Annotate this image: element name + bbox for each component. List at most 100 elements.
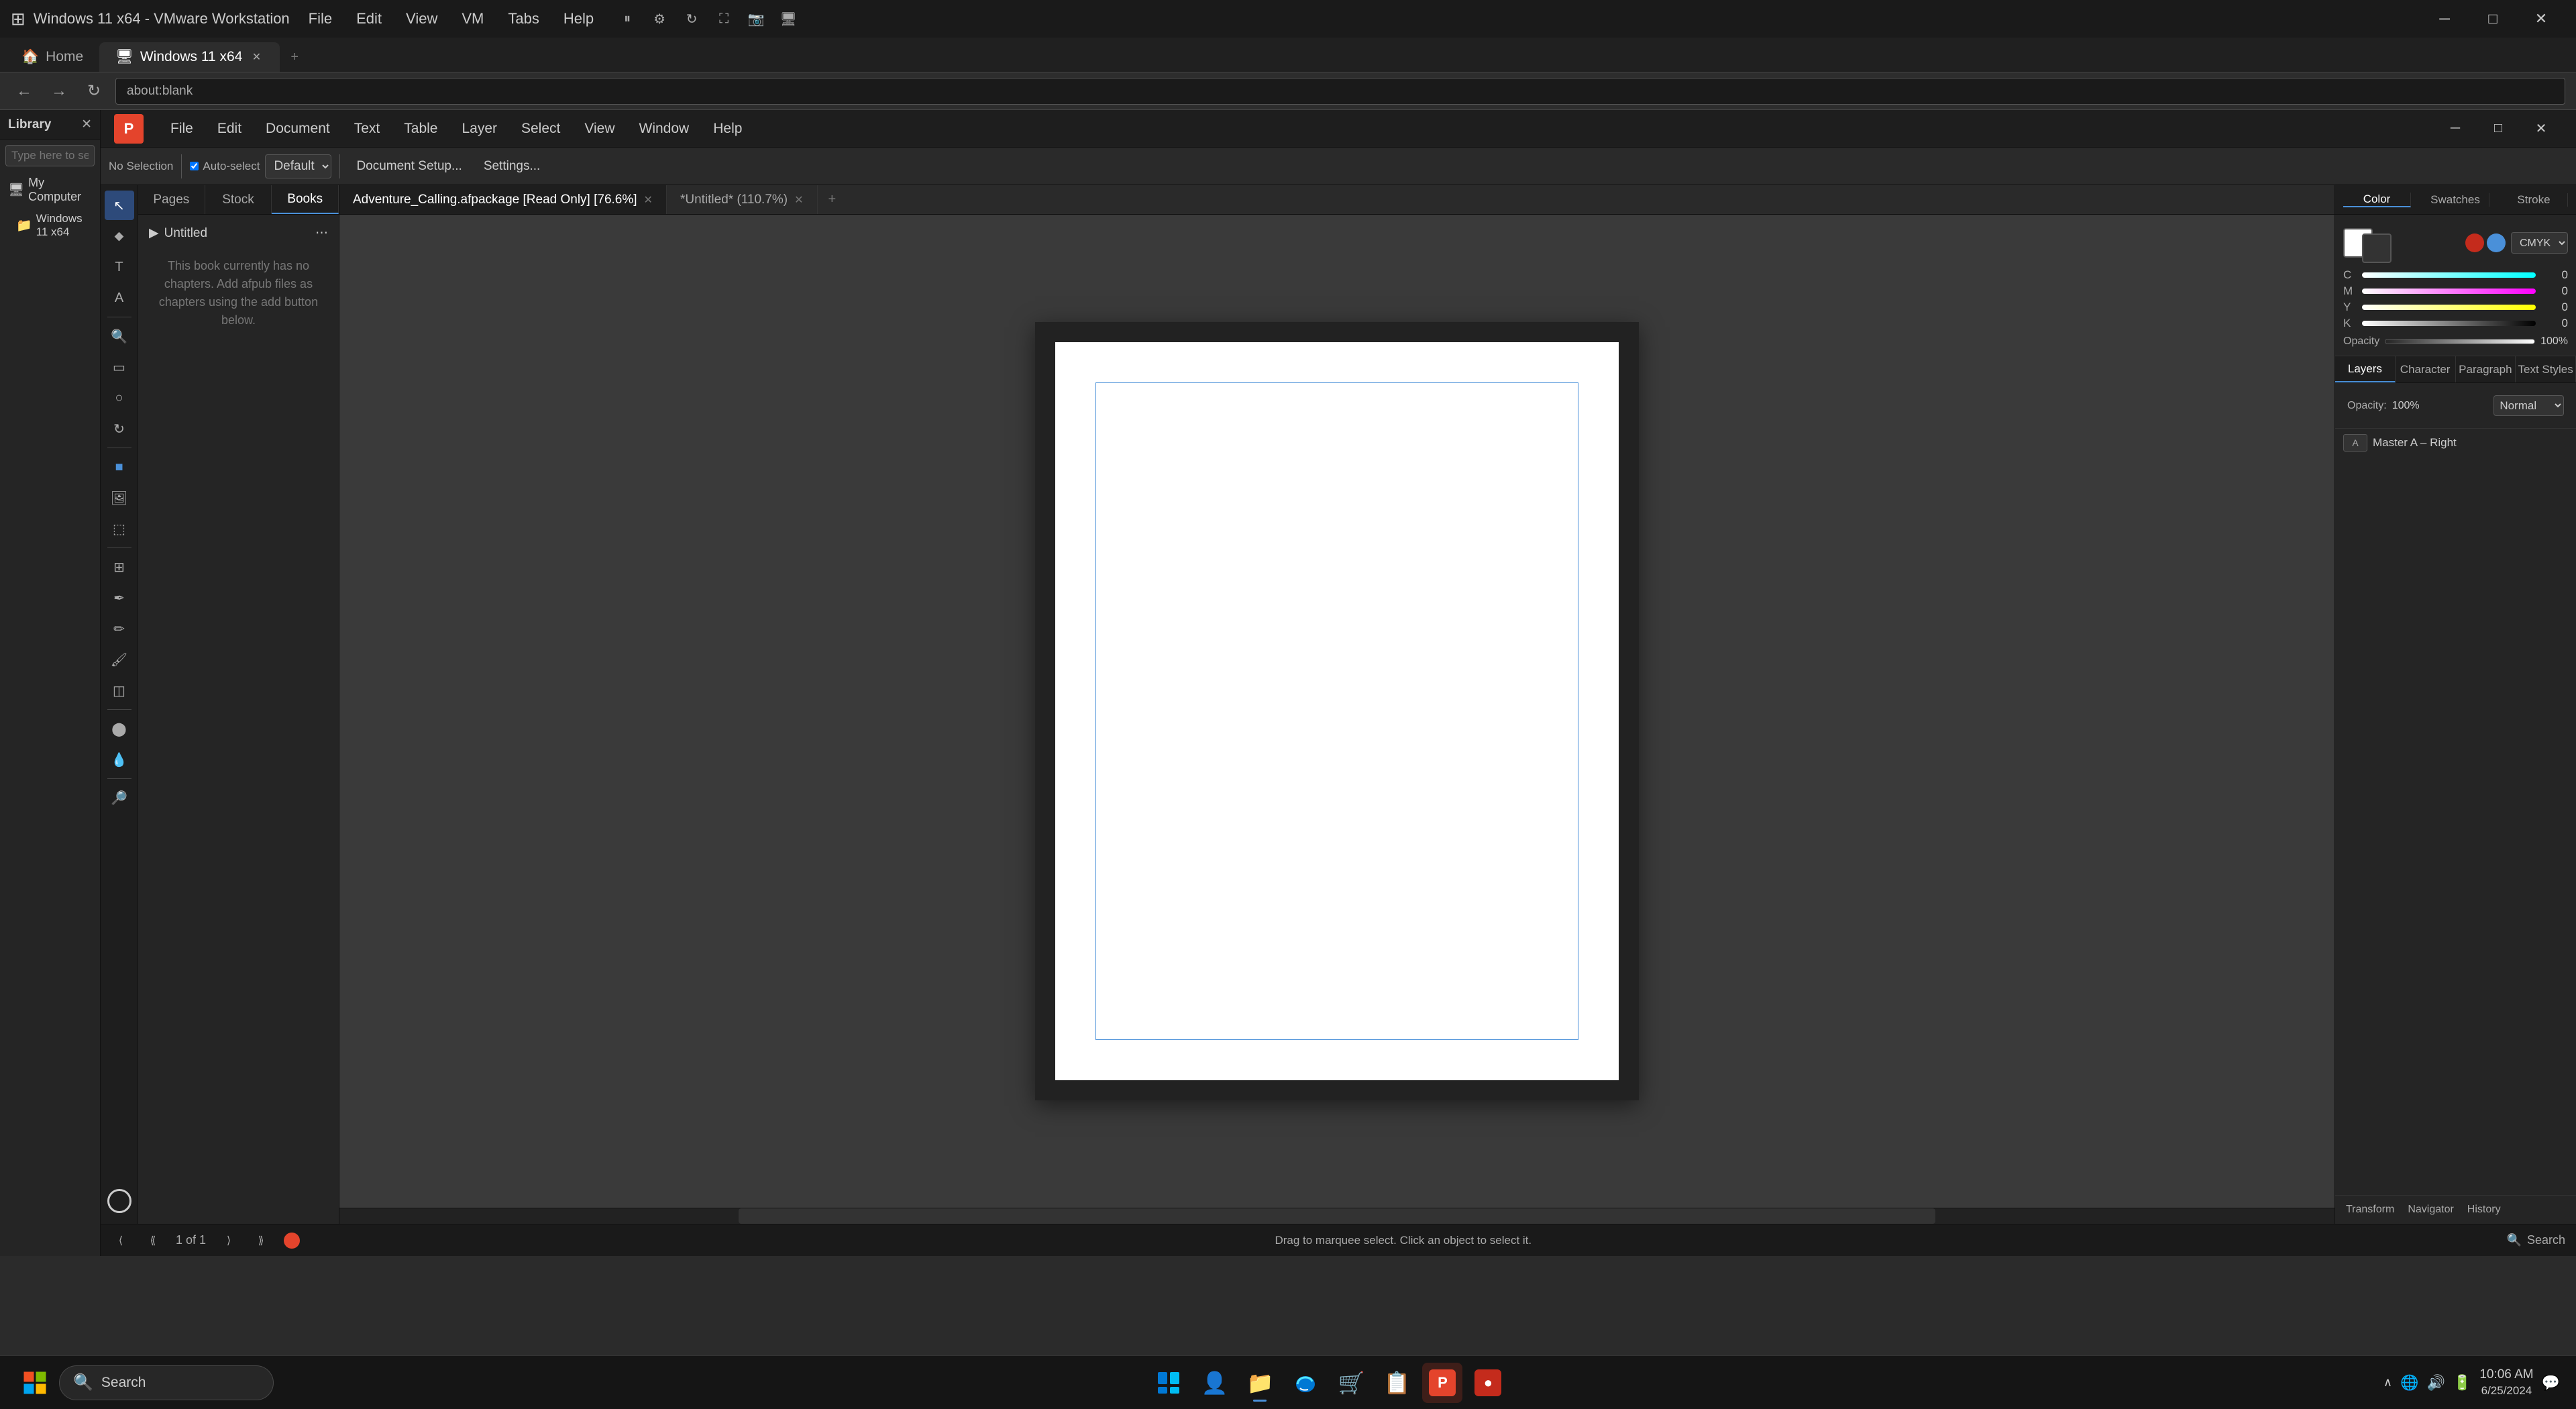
app-minimize-button[interactable]: ─ xyxy=(2434,115,2477,142)
tab-stock[interactable]: Stock xyxy=(205,185,272,214)
menu-edit[interactable]: Edit xyxy=(351,7,387,30)
tray-chevron-icon[interactable]: ∧ xyxy=(2383,1375,2392,1390)
books-section-header[interactable]: ▶ Untitled ⋯ xyxy=(144,220,333,246)
library-item-win11[interactable]: 📁 Windows 11 x64 xyxy=(0,208,100,243)
menu-vm[interactable]: VM xyxy=(456,7,489,30)
app-close-button[interactable]: ✕ xyxy=(2520,115,2563,142)
pencil-tool[interactable]: ✏ xyxy=(105,614,134,643)
rectangle-tool[interactable]: ▭ xyxy=(105,352,134,382)
tab-text-styles[interactable]: Text Styles xyxy=(2516,356,2576,382)
app-menu-help[interactable]: Help xyxy=(702,117,753,141)
tab-close-icon[interactable]: ✕ xyxy=(249,50,264,64)
library-search-input[interactable] xyxy=(5,145,95,166)
tab-stroke[interactable]: Stroke xyxy=(2500,193,2568,207)
node-tool[interactable]: ⬥ xyxy=(105,221,134,251)
notification-icon[interactable]: 💬 xyxy=(2542,1374,2560,1392)
taskbar-search[interactable]: 🔍 Search xyxy=(59,1365,274,1400)
text-tool[interactable]: T xyxy=(105,252,134,282)
taskbar-app-red[interactable]: ● xyxy=(1468,1363,1508,1403)
refresh-icon[interactable]: ↻ xyxy=(680,7,704,31)
library-close-icon[interactable]: ✕ xyxy=(81,117,92,132)
auto-select-checkbox[interactable] xyxy=(190,162,199,170)
cmyk-k-bar[interactable] xyxy=(2362,321,2536,326)
snapshot-icon[interactable]: 📷 xyxy=(744,7,768,31)
tab-layers[interactable]: Layers xyxy=(2335,356,2396,382)
stroke-color-swatch[interactable] xyxy=(2362,233,2392,263)
menu-view[interactable]: View xyxy=(400,7,443,30)
table-tool[interactable]: ⊞ xyxy=(105,552,134,582)
color-mode-select[interactable]: CMYK xyxy=(2511,232,2568,254)
next-page-button[interactable]: ⟩ xyxy=(219,1231,238,1250)
first-page-button[interactable]: ⟪ xyxy=(144,1231,162,1250)
blend-mode-select[interactable]: Normal xyxy=(2493,395,2564,416)
taskbar-app-folder[interactable]: 📁 xyxy=(1240,1363,1280,1403)
menu-help[interactable]: Help xyxy=(558,7,599,30)
pen-tool[interactable]: ✒ xyxy=(105,583,134,613)
transform-tab[interactable]: Transform xyxy=(2341,1201,2400,1218)
frame-tool[interactable]: ⬚ xyxy=(105,514,134,543)
back-button[interactable]: ← xyxy=(11,78,38,105)
app-menu-file[interactable]: File xyxy=(160,117,204,141)
canvas-area[interactable] xyxy=(339,215,2334,1208)
doc-tab-2[interactable]: *Untitled* (110.7%) ✕ xyxy=(667,185,818,215)
brush-tool[interactable]: 🖌 xyxy=(105,645,134,674)
auto-select-mode[interactable]: Default xyxy=(265,154,331,178)
app-menu-table[interactable]: Table xyxy=(393,117,448,141)
artistic-text-tool[interactable]: A xyxy=(105,283,134,313)
app-menu-window[interactable]: Window xyxy=(629,117,700,141)
taskbar-app-affinity[interactable]: P xyxy=(1422,1363,1462,1403)
eyedropper-tool[interactable]: 💧 xyxy=(105,745,134,774)
doc-tab-1[interactable]: Adventure_Calling.afpackage [Read Only] … xyxy=(339,185,667,215)
app-menu-edit[interactable]: Edit xyxy=(207,117,252,141)
color-preset-blue[interactable] xyxy=(2487,233,2506,252)
blue-tool[interactable]: ■ xyxy=(105,452,134,482)
forward-button[interactable]: → xyxy=(46,78,72,105)
rotate-tool[interactable]: ↻ xyxy=(105,414,134,443)
start-button[interactable] xyxy=(16,1364,54,1402)
settings-icon[interactable]: ⚙ xyxy=(647,7,672,31)
doc-tab-1-close[interactable]: ✕ xyxy=(644,193,653,207)
settings-button[interactable]: Settings... xyxy=(476,153,549,180)
vm-icon[interactable]: 🖥 xyxy=(776,7,800,31)
tab-character[interactable]: Character xyxy=(2396,356,2456,382)
taskbar-app-edge[interactable] xyxy=(1285,1363,1326,1403)
prev-page-button[interactable]: ⟨ xyxy=(111,1231,130,1250)
library-item-my-computer[interactable]: 🖥 My Computer xyxy=(0,172,100,208)
add-tab-button[interactable]: + xyxy=(818,185,847,215)
new-tab-button[interactable]: + xyxy=(280,42,309,72)
books-more-icon[interactable]: ⋯ xyxy=(315,225,328,241)
minimize-button[interactable]: ─ xyxy=(2420,0,2469,38)
close-button[interactable]: ✕ xyxy=(2517,0,2565,38)
magnify-tool[interactable]: 🔎 xyxy=(105,783,134,813)
app-menu-select[interactable]: Select xyxy=(511,117,571,141)
navigator-tab[interactable]: Navigator xyxy=(2402,1201,2459,1218)
pause-icon[interactable]: ⏸ xyxy=(615,7,639,31)
horizontal-scrollbar[interactable] xyxy=(339,1208,2334,1224)
opacity-bar[interactable] xyxy=(2385,339,2535,344)
taskbar-app-mail[interactable]: 📋 xyxy=(1377,1363,1417,1403)
status-indicator[interactable] xyxy=(284,1233,300,1249)
cmyk-y-bar[interactable] xyxy=(2362,305,2536,310)
tab-books[interactable]: Books xyxy=(272,185,339,214)
fullscreen-icon[interactable]: ⛶ xyxy=(712,7,736,31)
picture-tool[interactable]: 🖼 xyxy=(105,483,134,513)
tab-swatches[interactable]: Swatches xyxy=(2422,193,2489,207)
network-icon[interactable]: 🌐 xyxy=(2400,1374,2418,1392)
menu-tabs[interactable]: Tabs xyxy=(502,7,544,30)
app-menu-view[interactable]: View xyxy=(574,117,625,141)
refresh-nav-button[interactable]: ↻ xyxy=(80,78,107,105)
document-setup-button[interactable]: Document Setup... xyxy=(348,153,470,180)
doc-tab-2-close[interactable]: ✕ xyxy=(794,193,803,207)
taskbar-clock[interactable]: 10:06 AM 6/25/2024 xyxy=(2479,1367,2533,1398)
color-preset-red[interactable] xyxy=(2465,233,2484,252)
taskbar-app-store[interactable]: 🛒 xyxy=(1331,1363,1371,1403)
browser-tab-home[interactable]: 🏠 Home xyxy=(5,42,99,72)
cmyk-m-bar[interactable] xyxy=(2362,289,2536,294)
app-menu-layer[interactable]: Layer xyxy=(451,117,508,141)
select-tool[interactable]: ↖ xyxy=(105,191,134,220)
zoom-tool[interactable]: 🔍 xyxy=(105,321,134,351)
taskbar-app-files[interactable] xyxy=(1148,1363,1189,1403)
history-tab[interactable]: History xyxy=(2462,1201,2506,1218)
battery-icon[interactable]: 🔋 xyxy=(2453,1374,2471,1392)
fill-tool[interactable]: ⬤ xyxy=(105,714,134,743)
